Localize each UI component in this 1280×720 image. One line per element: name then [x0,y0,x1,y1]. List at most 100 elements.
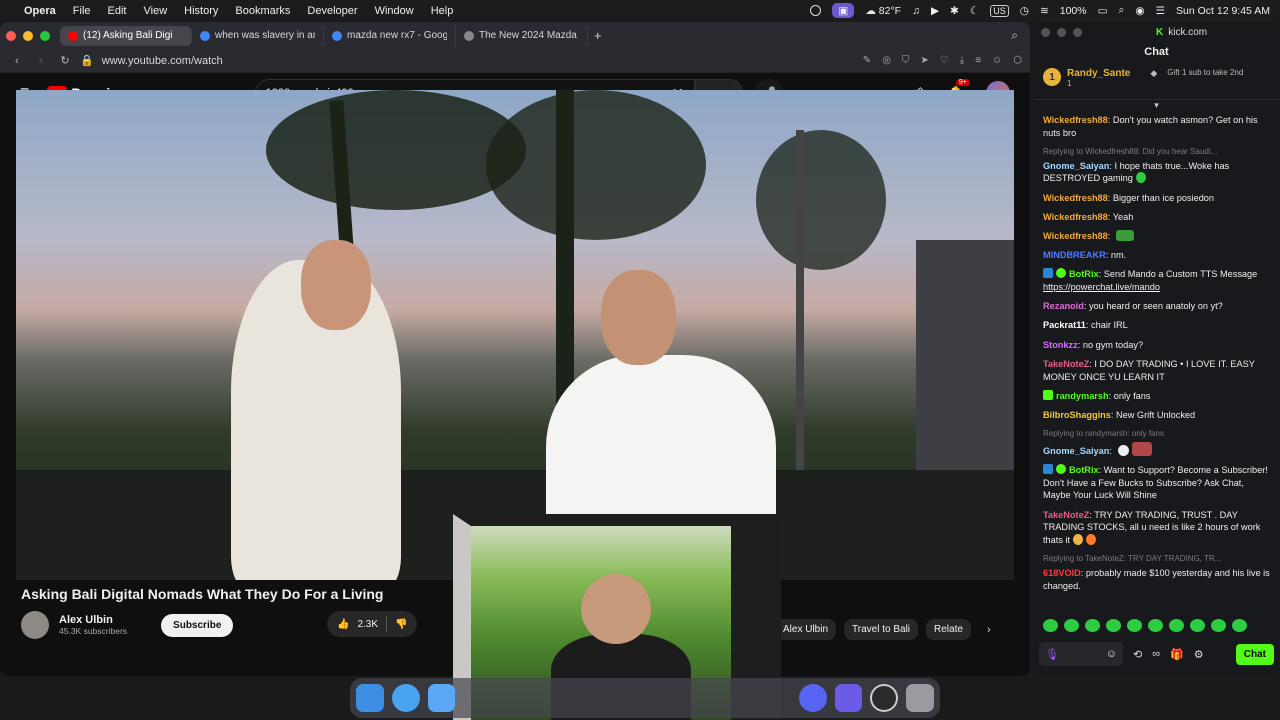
chat-username[interactable]: MINDBREAKR [1043,250,1106,260]
channel-name[interactable]: Alex Ulbin [59,614,127,626]
reply-context[interactable]: Replying to TakeNoteZ: TRY DAY TRADING, … [1043,553,1270,566]
chat-username[interactable]: Gnome_Saiyan [1043,446,1109,456]
channel-avatar[interactable] [21,611,49,639]
close-window-button[interactable] [6,30,16,41]
emoji-icon[interactable]: ☺ [1106,648,1117,660]
datetime[interactable]: Sun Oct 12 9:45 AM [1176,5,1270,17]
back-arrow-icon[interactable]: ‹ [8,55,26,67]
emote-icon[interactable] [1232,619,1247,632]
tab-search-icon[interactable]: ⌕ [1011,28,1018,43]
menu-history[interactable]: History [184,5,218,17]
share-icon[interactable]: ⟲ [1133,648,1142,661]
minimize-window-button[interactable] [23,30,33,41]
chat-username[interactable]: Wickedfresh88 [1043,115,1108,125]
camera-icon[interactable]: ◎ [882,55,891,66]
siri-icon[interactable]: ◉ [1135,5,1144,17]
chip-related[interactable]: Relate [926,619,971,640]
subscribe-button[interactable]: Subscribe [161,613,234,637]
menu-help[interactable]: Help [431,5,454,17]
chat-username[interactable]: randymarsh [1056,391,1109,401]
extensions-icon[interactable]: ⬡ [1013,55,1022,66]
thumbs-up-icon[interactable]: 👍 [337,619,349,630]
play-icon[interactable]: ▶ [931,5,939,17]
reply-context[interactable]: Replying to Wickedfresh88: Did you hear … [1043,146,1270,159]
keyboard-layout[interactable]: US [990,4,1009,17]
moon-icon[interactable]: ☾ [970,5,979,17]
screen-record-icon[interactable]: ▣ [832,3,855,18]
spotlight-icon[interactable]: ⌕ [1119,4,1125,17]
menu-icon[interactable]: ≡ [975,55,981,66]
menu-app-name[interactable]: Opera [24,5,56,17]
emote-icon[interactable] [1169,619,1184,632]
status-icon[interactable] [810,5,822,16]
headphones-icon[interactable]: ♫ [912,5,920,17]
video-player[interactable] [16,90,1014,580]
discord-icon[interactable] [798,684,827,712]
chat-username[interactable]: Stonkzz [1043,340,1078,350]
reply-context[interactable]: Replying to randymarsh: only fans [1043,428,1270,441]
trash-icon[interactable] [906,684,934,712]
minimize-window-button[interactable] [1057,27,1066,37]
menu-developer[interactable]: Developer [307,5,357,17]
close-window-button[interactable] [1041,27,1050,37]
clock-icon[interactable]: ◷ [1020,5,1029,17]
chat-username[interactable]: Gnome_Saiyan [1043,161,1109,171]
chat-username[interactable]: Wickedfresh88 [1043,193,1108,203]
emote-icon[interactable] [1043,619,1058,632]
forward-arrow-icon[interactable]: › [32,55,50,67]
chat-username[interactable]: 618VOID [1043,568,1081,578]
emote-icon[interactable] [1148,619,1163,632]
chat-username[interactable]: Wickedfresh88 [1043,212,1108,222]
shield-icon[interactable]: ⛉ [902,55,910,66]
battery-icon[interactable]: ▭ [1098,5,1108,17]
tab-youtube[interactable]: (12) Asking Bali Digi [60,25,192,46]
profile-icon[interactable]: ☺ [992,55,1002,66]
menu-bookmarks[interactable]: Bookmarks [235,5,290,17]
chat-link[interactable]: https://powerchat.live/mando [1043,282,1160,292]
chat-username[interactable]: TakeNoteZ [1043,359,1089,369]
tab-mazda[interactable]: The New 2024 Mazda R [456,25,588,46]
maximize-window-button[interactable] [40,30,50,41]
chip-channel[interactable]: Alex Ulbin [775,619,837,640]
link-icon[interactable]: ∞ [1152,648,1160,660]
gear-icon[interactable]: ⚙ [1194,648,1204,661]
chat-username[interactable]: Rezanoid [1043,301,1084,311]
new-tab-plus-icon[interactable]: + [594,28,602,43]
mail-icon[interactable] [427,684,456,712]
edit-icon[interactable]: ✎ [863,55,871,66]
chevron-right-icon[interactable]: › [987,624,991,636]
reload-icon[interactable]: ↻ [56,54,74,67]
emote-icon[interactable] [1106,619,1121,632]
chat-username[interactable]: TakeNoteZ [1043,510,1089,520]
chip-travel[interactable]: Travel to Bali [844,619,919,640]
obs-icon[interactable] [870,684,899,712]
battery-percent[interactable]: 100% [1060,5,1087,17]
email-app-icon[interactable] [834,684,863,712]
menu-file[interactable]: File [73,5,91,17]
heart-icon[interactable]: ♡ [940,55,949,66]
like-count[interactable]: 2.3K [357,619,378,630]
wifi-icon[interactable]: ≋ [1040,5,1049,17]
emote-icon[interactable] [1085,619,1100,632]
url-field[interactable]: www.youtube.com/watch [102,55,223,67]
download-icon[interactable]: ⤓ [960,55,964,66]
thumbs-down-icon[interactable]: 👎 [395,619,407,630]
emote-icon[interactable] [1064,619,1079,632]
chat-username[interactable]: Wickedfresh88 [1043,231,1108,241]
send-icon[interactable]: ➤ [920,55,928,66]
emote-icon[interactable] [1190,619,1205,632]
finder-icon[interactable] [356,684,384,712]
safari-icon[interactable] [391,684,420,712]
emote-icon[interactable] [1127,619,1142,632]
collapse-chevron-icon[interactable]: ▾ [1033,100,1280,112]
chat-username[interactable]: BotRix [1069,269,1099,279]
chat-username[interactable]: BotRix [1069,465,1099,475]
menu-edit[interactable]: Edit [108,5,127,17]
chat-username[interactable]: Packrat11 [1043,320,1086,330]
tab-google-mazda[interactable]: mazda new rx7 - Google [324,25,456,46]
control-center-icon[interactable]: ☰ [1156,5,1165,17]
top-gifter[interactable]: 1 Randy_Sante 1 ◆ Gift 1 sub to take 2nd [1033,64,1280,100]
bluetooth-icon[interactable]: ✱ [950,5,959,17]
emote-icon[interactable] [1211,619,1226,632]
send-chat-button[interactable]: Chat [1235,643,1274,665]
